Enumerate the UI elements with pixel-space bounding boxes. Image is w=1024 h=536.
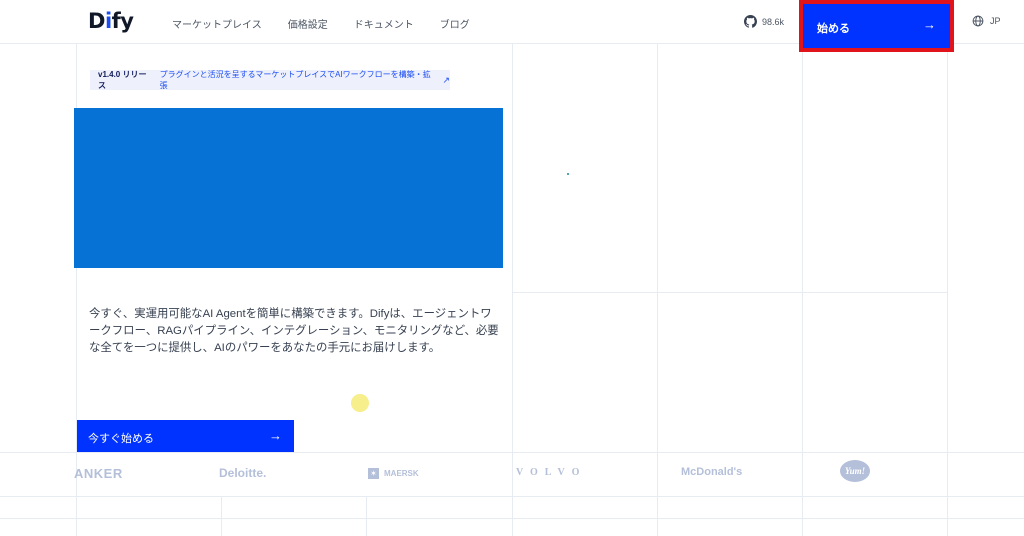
grid-line [221, 496, 222, 536]
language-label: JP [990, 16, 1001, 26]
mcdonalds-logo: McDonald's [681, 466, 743, 478]
hero-description: 今すぐ、実運用可能なAI Agentを簡単に構築できます。Difyは、エージェン… [89, 308, 499, 354]
top-navbar: Dify マーケットプレイス 価格設定 ドキュメント ブログ 98.6k 始める… [0, 0, 1024, 52]
release-version: v1.4.0 リリース [98, 70, 147, 90]
globe-icon [972, 15, 984, 27]
arrow-right-icon: → [923, 17, 936, 32]
hero-media [74, 108, 503, 268]
start-now-label: 今すぐ始める [88, 433, 154, 445]
maersk-logo: ✶ MAERSK [368, 468, 419, 479]
grid-line [512, 292, 947, 293]
cta-highlight: 始める → [799, 0, 954, 52]
github-icon [744, 15, 757, 28]
maersk-star-icon: ✶ [368, 468, 379, 479]
start-now-button[interactable]: 今すぐ始める → [77, 420, 294, 452]
github-star-count: 98.6k [762, 16, 785, 27]
main-nav: マーケットプレイス 価格設定 ドキュメント ブログ [172, 16, 470, 31]
customer-logos: ANKER Deloitte. ✶ MAERSK VOLVO McDonald'… [0, 452, 1024, 496]
github-stars-link[interactable]: 98.6k [744, 15, 784, 28]
nav-pricing[interactable]: 価格設定 [288, 16, 328, 31]
language-selector[interactable]: JP [972, 15, 1001, 27]
arrow-right-icon: → [269, 428, 282, 443]
nav-blog[interactable]: ブログ [440, 16, 470, 31]
external-link-icon: ↗ [442, 74, 450, 85]
release-banner[interactable]: v1.4.0 リリース プラグインと活況を呈するマーケットプレイスでAIワークフ… [90, 70, 450, 90]
decorative-dot [567, 173, 569, 175]
grid-line [366, 496, 367, 536]
get-started-button[interactable]: 始める → [803, 4, 950, 48]
anker-logo: ANKER [74, 466, 123, 481]
release-description: プラグインと活況を呈するマーケットプレイスでAIワークフローを構築・拡張 [159, 70, 431, 90]
nav-docs[interactable]: ドキュメント [354, 16, 414, 31]
grid-line [0, 518, 1024, 519]
deloitte-logo: Deloitte. [219, 466, 267, 480]
nav-marketplace[interactable]: マーケットプレイス [172, 16, 262, 31]
grid-line [0, 496, 1024, 497]
yum-logo: Yum! [840, 460, 870, 482]
get-started-label: 始める [817, 23, 850, 35]
volvo-logo: VOLVO [516, 467, 587, 478]
dify-logo[interactable]: Dify [88, 9, 134, 33]
page: Dify マーケットプレイス 価格設定 ドキュメント ブログ 98.6k 始める… [0, 0, 1024, 536]
cursor-indicator [351, 394, 369, 412]
